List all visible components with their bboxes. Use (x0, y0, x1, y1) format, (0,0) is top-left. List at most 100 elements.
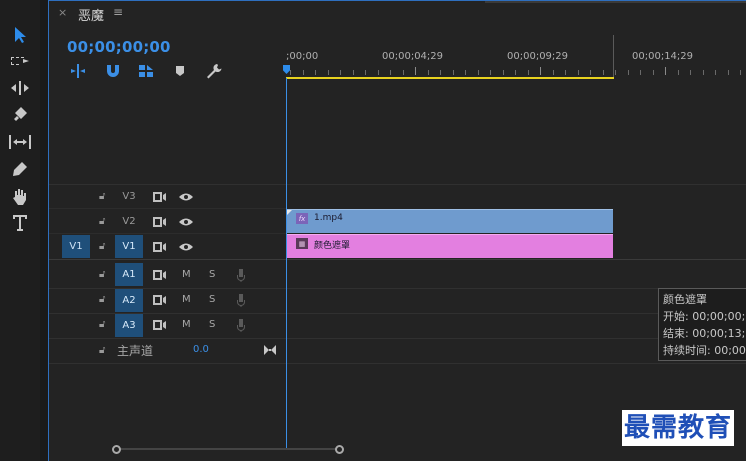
scroll-handle-right[interactable] (335, 445, 344, 454)
track-separator (49, 338, 746, 339)
slip-tool-icon[interactable] (6, 131, 34, 153)
lock-icon[interactable]: 🔓︎ (99, 269, 105, 280)
target-v2[interactable]: V2 (115, 210, 143, 233)
lock-icon[interactable]: 🔓︎ (99, 241, 105, 252)
ruler-tick (690, 70, 691, 75)
target-a2[interactable]: A2 (115, 289, 143, 312)
solo-button[interactable]: S (209, 269, 215, 280)
ruler-tick (628, 70, 629, 75)
mute-button[interactable]: M (182, 294, 191, 305)
clip-name: 颜色遮罩 (314, 241, 351, 251)
ruler-tick (478, 70, 479, 75)
timeline-settings-wrench-icon[interactable] (205, 63, 223, 79)
ruler-tick (290, 70, 291, 75)
time-ruler[interactable]: ;00;00 00;00;04;29 00;00;09;29 00;00;14;… (283, 35, 746, 81)
panel-menu-icon[interactable]: ≡ (113, 5, 123, 19)
razor-tool-icon[interactable] (6, 104, 34, 126)
linked-selection-icon[interactable] (137, 63, 155, 79)
solo-button[interactable]: S (209, 319, 215, 330)
sync-lock-icon[interactable] (151, 190, 167, 204)
fx-badge: fx (296, 213, 308, 224)
tooltip-end: 结束: 00;00;13;03 (663, 327, 746, 340)
close-tab-icon[interactable]: × (58, 6, 67, 19)
source-patch-v1[interactable]: V1 (62, 235, 90, 258)
ruler-tick (303, 70, 304, 75)
tab-strip-edge (485, 1, 746, 3)
sequence-tab-title[interactable]: 恶魔 (78, 5, 104, 24)
sync-lock-icon[interactable] (151, 318, 167, 332)
pen-tool-icon[interactable] (6, 158, 34, 180)
ruler-tick (403, 70, 404, 75)
ruler-tick (578, 70, 579, 75)
target-a1[interactable]: A1 (115, 263, 143, 286)
nest-sequence-icon[interactable] (69, 63, 87, 79)
eye-icon[interactable] (178, 240, 194, 254)
selection-tool-icon[interactable] (6, 24, 34, 46)
ruler-tick (515, 70, 516, 75)
ruler-tick (640, 70, 641, 75)
color-matte-clip[interactable]: ▦ 颜色遮罩 (286, 234, 613, 258)
track-separator (49, 288, 746, 289)
target-v1[interactable]: V1 (115, 235, 143, 258)
ruler-tick (503, 70, 504, 75)
ruler-tick (315, 70, 316, 75)
panel-divider[interactable] (40, 0, 48, 461)
scroll-handle-left[interactable] (112, 445, 121, 454)
sync-lock-icon[interactable] (151, 240, 167, 254)
add-marker-icon[interactable] (171, 63, 189, 79)
ruler-tick (553, 70, 554, 75)
sync-lock-icon[interactable] (151, 215, 167, 229)
ruler-tick (528, 70, 529, 75)
solo-button[interactable]: S (209, 294, 215, 305)
track-select-tool-icon[interactable] (6, 50, 34, 72)
target-v3[interactable]: V3 (115, 185, 143, 208)
work-area-bar[interactable] (286, 77, 614, 79)
lock-icon[interactable]: 🔓︎ (99, 191, 105, 202)
timeline-panel: × 恶魔 ≡ 00;00;00;00 ;00;00 00;00;04;29 00… (48, 0, 746, 461)
microphone-icon[interactable] (233, 318, 249, 332)
snap-icon[interactable] (104, 63, 122, 79)
zoom-scrollbar[interactable] (112, 445, 344, 454)
eye-icon[interactable] (178, 215, 194, 229)
scroll-track[interactable] (116, 448, 340, 450)
mute-button[interactable]: M (182, 269, 191, 280)
mute-button[interactable]: M (182, 319, 191, 330)
ruler-tick (565, 70, 566, 75)
lock-icon[interactable]: 🔓︎ (99, 319, 105, 330)
ripple-edit-tool-icon[interactable] (6, 77, 34, 99)
lock-icon[interactable]: 🔓︎ (99, 294, 105, 305)
go-to-end-icon[interactable] (264, 341, 276, 355)
playhead-handle[interactable] (283, 65, 290, 74)
track-separator (49, 363, 746, 364)
ruler-tick (678, 70, 679, 75)
matte-badge-icon: ▦ (296, 238, 308, 249)
ruler-tick (465, 70, 466, 75)
master-track-label: 主声道 (117, 344, 154, 358)
lock-icon[interactable]: 🔓︎ (99, 216, 105, 227)
tooltip-start: 开始: 00;00;00;00 (663, 310, 746, 323)
ruler-label: ;00;00 (286, 51, 319, 62)
microphone-icon[interactable] (233, 293, 249, 307)
lock-icon[interactable]: 🔓︎ (99, 345, 105, 356)
sync-lock-icon[interactable] (151, 293, 167, 307)
tooltip-clip-name: 颜色遮罩 (663, 293, 707, 306)
hand-tool-icon[interactable] (6, 185, 34, 207)
ruler-tick (615, 70, 616, 75)
track-separator (49, 233, 286, 234)
sync-lock-icon[interactable] (151, 268, 167, 282)
playhead-line[interactable] (286, 78, 287, 449)
ruler-label: 00;00;14;29 (632, 51, 694, 62)
type-tool-icon[interactable] (6, 212, 34, 234)
ruler-tick (390, 70, 391, 75)
playhead-timecode[interactable]: 00;00;00;00 (67, 38, 171, 56)
ruler-tick (590, 70, 591, 75)
eye-icon[interactable] (178, 190, 194, 204)
video-clip[interactable]: fx 1.mp4 (286, 209, 613, 233)
master-volume-value[interactable]: 0.0 (193, 344, 209, 355)
video-audio-divider (49, 259, 746, 260)
ruler-tick (440, 70, 441, 75)
tools-panel (0, 0, 40, 461)
ruler-tick (340, 70, 341, 75)
target-a3[interactable]: A3 (115, 314, 143, 337)
microphone-icon[interactable] (233, 268, 249, 282)
